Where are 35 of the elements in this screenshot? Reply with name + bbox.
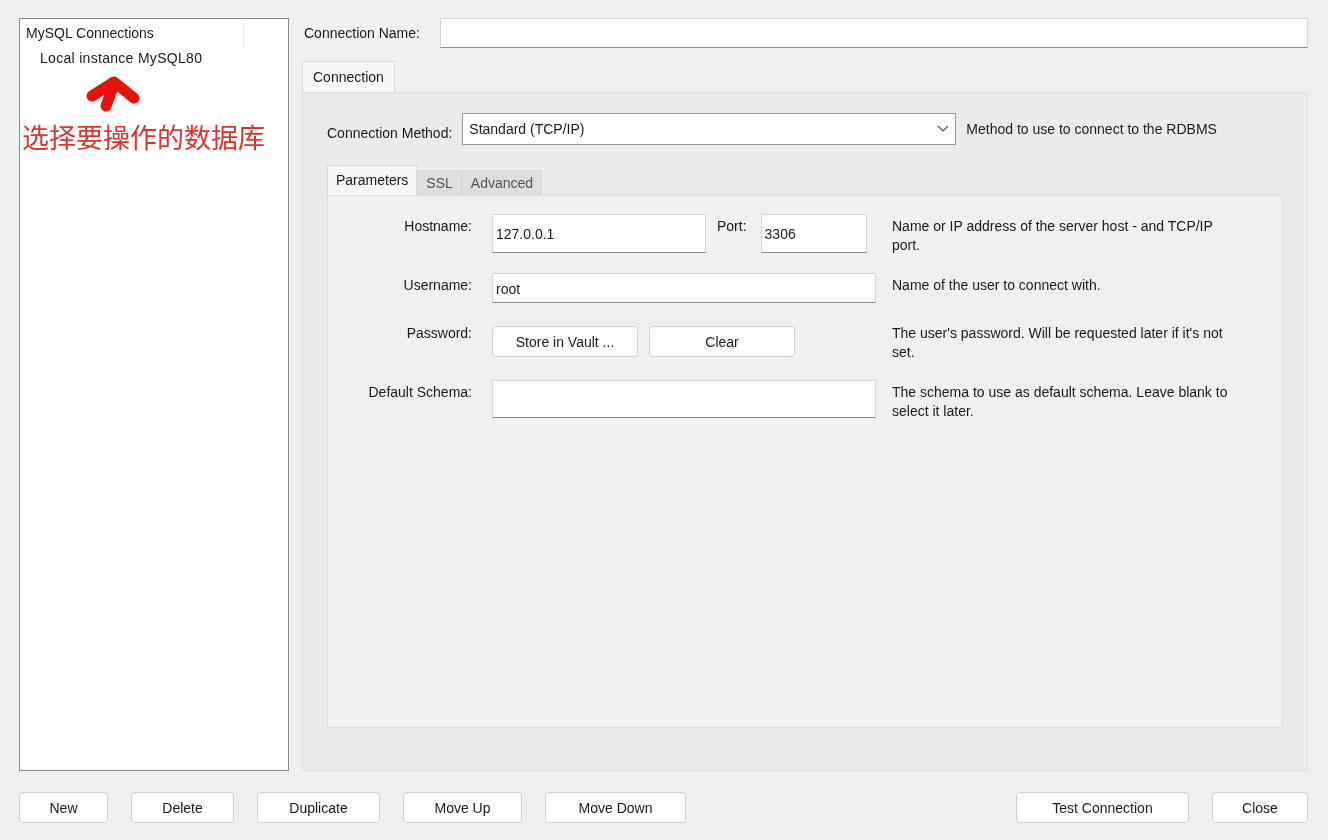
connection-name-label: Connection Name:: [303, 25, 420, 41]
connection-name-field[interactable]: [439, 18, 1308, 48]
delete-button[interactable]: Delete: [131, 792, 234, 823]
username-label: Username:: [402, 276, 472, 293]
clear-password-button[interactable]: Clear: [649, 326, 795, 357]
port-label: Port:: [717, 218, 747, 234]
new-button[interactable]: New: [19, 792, 108, 823]
settings-tab[interactable]: Advanced: [461, 170, 543, 195]
password-label: Password:: [405, 324, 472, 341]
username-field[interactable]: root: [492, 273, 876, 303]
port-field[interactable]: 3306: [760, 214, 867, 253]
close-button[interactable]: Close: [1212, 792, 1308, 823]
connection-method-description: Method to use to connect to the RDBMS: [966, 121, 1217, 137]
move-up-button[interactable]: Move Up: [403, 792, 522, 823]
settings-tab[interactable]: Parameters: [327, 165, 418, 195]
connection-method-dropdown[interactable]: Standard (TCP/IP): [462, 113, 957, 145]
annotation-text: 选择要操作的数据库: [22, 117, 265, 156]
default-schema-field[interactable]: [492, 380, 876, 418]
hostname-field[interactable]: 127.0.0.1: [492, 214, 706, 253]
connection-tab[interactable]: Connection: [302, 61, 395, 92]
list-header: MySQL Connections: [26, 23, 244, 49]
default-schema-label: Default Schema:: [367, 383, 472, 400]
test-connection-button[interactable]: Test Connection: [1016, 792, 1189, 823]
connection-method-label: Connection Method:: [327, 125, 453, 141]
default-schema-description: The schema to use as default schema. Leave blank to select it later.: [892, 383, 1229, 421]
hostname-description: Name or IP address of the server host - and TCP/IP port.: [892, 217, 1214, 255]
hostname-label: Hostname:: [403, 217, 472, 234]
store-in-vault-button[interactable]: Store in Vault ...: [492, 326, 638, 357]
duplicate-button[interactable]: Duplicate: [257, 792, 380, 823]
move-down-button[interactable]: Move Down: [545, 792, 686, 823]
username-description: Name of the user to connect with.: [892, 276, 1102, 295]
settings-tab[interactable]: SSL: [417, 170, 462, 195]
connection-item[interactable]: Local instance MySQL80: [38, 49, 205, 67]
password-description: The user's password. Will be requested later if it's not set.: [892, 324, 1224, 362]
chevron-down-icon: [937, 125, 950, 133]
